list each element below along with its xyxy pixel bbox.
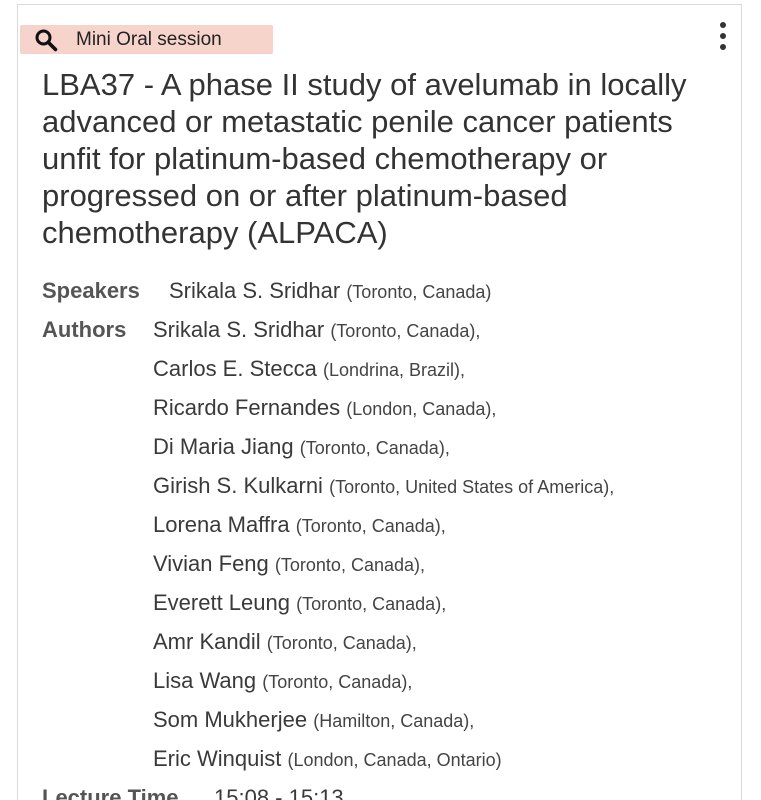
dot	[720, 33, 726, 39]
speakers-row: Speakers Srikala S. Sridhar (Toronto, Ca…	[42, 272, 742, 311]
lecture-time-value: 15:08 - 15:13	[214, 785, 344, 800]
author-item: Ricardo Fernandes (London, Canada),	[153, 389, 614, 428]
author-affiliation: (Toronto, Canada),	[295, 516, 446, 536]
author-item: Amr Kandil (Toronto, Canada),	[153, 623, 614, 662]
author-affiliation: (Toronto, Canada),	[299, 438, 450, 458]
speakers-label: Speakers	[42, 278, 140, 303]
session-type-badge: Mini Oral session	[20, 25, 273, 54]
author-affiliation: (London, Canada, Ontario)	[287, 750, 502, 770]
author-name: Srikala S. Sridhar	[153, 317, 325, 342]
authors-row: Authors Srikala S. Sridhar (Toronto, Can…	[42, 311, 742, 779]
dot	[720, 22, 726, 28]
author-affiliation: (Toronto, Canada),	[296, 594, 447, 614]
author-item: Girish S. Kulkarni (Toronto, United Stat…	[153, 467, 614, 506]
author-affiliation: (Toronto, United States of America),	[329, 477, 615, 497]
authors-label: Authors	[42, 317, 127, 342]
author-name: Girish S. Kulkarni	[153, 473, 323, 498]
author-name: Everett Leung	[153, 590, 290, 615]
author-item: Srikala S. Sridhar (Toronto, Canada),	[153, 311, 614, 350]
author-affiliation: (Hamilton, Canada),	[313, 711, 475, 731]
author-name: Lorena Maffra	[153, 512, 290, 537]
author-item: Lisa Wang (Toronto, Canada),	[153, 662, 614, 701]
author-affiliation: (Toronto, Canada),	[330, 321, 481, 341]
author-item: Lorena Maffra (Toronto, Canada),	[153, 506, 614, 545]
author-name: Vivian Feng	[153, 551, 269, 576]
more-options-icon[interactable]	[714, 22, 732, 50]
author-name: Som Mukherjee	[153, 707, 308, 732]
speaker-affiliation: (Toronto, Canada)	[346, 282, 492, 302]
search-icon	[34, 28, 58, 52]
author-name: Ricardo Fernandes	[153, 395, 341, 420]
abstract-title: LBA37 - A phase II study of avelumab in …	[42, 67, 687, 250]
dot	[720, 44, 726, 50]
author-name: Carlos E. Stecca	[153, 356, 317, 381]
author-affiliation: (London, Canada),	[346, 399, 497, 419]
author-affiliation: (Toronto, Canada),	[274, 555, 425, 575]
author-affiliation: (Londrina, Brazil),	[322, 360, 466, 380]
author-name: Lisa Wang	[153, 668, 257, 693]
speaker-name: Srikala S. Sridhar	[169, 278, 341, 303]
author-item: Carlos E. Stecca (Londrina, Brazil),	[153, 350, 614, 389]
speaker-item: Srikala S. Sridhar (Toronto, Canada)	[169, 272, 491, 311]
author-item: Eric Winquist (London, Canada, Ontario)	[153, 740, 614, 779]
lecture-time-row: Lecture Time 15:08 - 15:13	[42, 779, 742, 800]
author-name: Amr Kandil	[153, 629, 261, 654]
session-info: Speakers Srikala S. Sridhar (Toronto, Ca…	[42, 272, 742, 800]
author-name: Eric Winquist	[153, 746, 282, 771]
author-affiliation: (Toronto, Canada),	[262, 672, 413, 692]
author-item: Som Mukherjee (Hamilton, Canada),	[153, 701, 614, 740]
author-item: Di Maria Jiang (Toronto, Canada),	[153, 428, 614, 467]
session-type-label: Mini Oral session	[76, 29, 222, 50]
author-item: Everett Leung (Toronto, Canada),	[153, 584, 614, 623]
author-affiliation: (Toronto, Canada),	[266, 633, 417, 653]
lecture-time-label: Lecture Time	[42, 785, 179, 800]
author-item: Vivian Feng (Toronto, Canada),	[153, 545, 614, 584]
author-name: Di Maria Jiang	[153, 434, 294, 459]
author-list: Srikala S. Sridhar (Toronto, Canada), Ca…	[153, 311, 614, 779]
